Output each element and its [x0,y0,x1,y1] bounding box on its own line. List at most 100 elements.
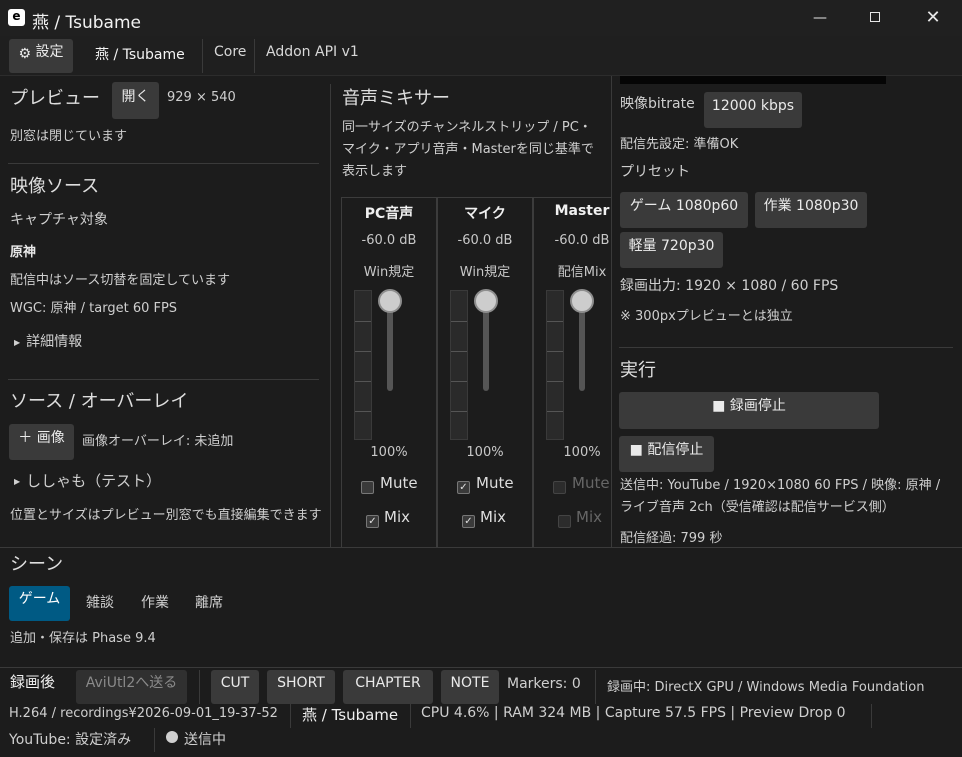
image-overlay-status: 画像オーバーレイ: 未追加 [82,434,234,449]
title-bar: e 燕 / Tsubame — ✕ [0,0,962,36]
strip-db: -60.0 dB [554,233,610,248]
live-status-dot-icon [166,731,178,743]
streaming-info: 送信中: YouTube / 1920×1080 60 FPS / 映像: 原神… [620,478,941,515]
post-record-label: 録画後 [10,673,56,691]
send-aviutl-button[interactable]: AviUtl2へ送る [76,670,187,704]
strip-name: Master [554,203,610,219]
mix-label: Mix [576,508,602,526]
live-status: 送信中 [184,732,226,748]
status-app-name: 燕 / Tsubame [302,706,399,724]
section-divider [0,547,962,548]
strip-source[interactable]: Win規定 [438,261,532,280]
volume-slider-knob[interactable] [378,289,402,313]
status-divider [154,728,155,752]
youtube-status: YouTube: 設定済み [9,732,132,748]
mix-checkbox[interactable]: ✓ [462,515,475,528]
strip-db: -60.0 dB [457,233,513,248]
stop-streaming-button[interactable]: ■ 配信停止 [619,436,714,472]
preset-game-button[interactable]: ゲーム 1080p60 [620,192,748,228]
strip-db: -60.0 dB [361,233,417,248]
section-divider [619,347,953,348]
capture-target-value[interactable]: 原神 [10,241,36,260]
run-title: 実行 [620,360,656,381]
wgc-info: WGC: 原神 / target 60 FPS [10,301,178,316]
video-source-title: 映像ソース [10,176,100,197]
marker-note-button[interactable]: NOTE [441,670,499,704]
bitrate-field[interactable]: 12000 kbps [704,92,802,128]
menu-divider [254,39,255,73]
column-divider [611,76,612,547]
mix-label: Mix [480,508,506,526]
strip-name: PC音声 [364,206,414,222]
recording-file: H.264 / recordings¥2026-09-01_19-37-52 [9,706,278,721]
marker-cut-button[interactable]: CUT [211,670,259,704]
volume-slider-knob[interactable] [474,289,498,313]
strip-name: マイク [464,206,506,222]
app-icon: e [8,9,25,26]
channel-strip-pc: PC音声 -60.0 dB Win規定 100% Mute ✓ Mix [341,197,437,547]
mix-checkbox[interactable]: ✓ [366,515,379,528]
channel-strip-mic: マイク -60.0 dB Win規定 100% ✓ Mute ✓ Mix [437,197,533,547]
close-button[interactable]: ✕ [909,0,957,36]
section-divider [0,667,962,668]
tab-core[interactable]: Core [214,44,246,60]
expand-triangle-icon: ▶ [14,477,21,486]
section-divider [8,379,319,380]
overlay-note: 位置とサイズはプレビュー別窓でも直接編集できます [10,508,322,523]
strip-source[interactable]: Win規定 [342,261,436,280]
scene-title: シーン [10,554,64,575]
mute-checkbox[interactable] [553,481,566,494]
settings-button[interactable]: ⚙ 設定 [9,39,73,73]
scene-note: 追加・保存は Phase 9.4 [10,631,156,646]
scene-tab-chat[interactable]: 雑談 [86,592,114,612]
section-divider [8,163,319,164]
toolbar-divider [595,670,596,704]
tab-tsubame[interactable]: 燕 / Tsubame [95,44,185,64]
mute-label: Mute [476,474,514,492]
tab-addon-api[interactable]: Addon API v1 [266,44,359,60]
scene-tab-game[interactable]: ゲーム [9,586,70,621]
scene-tab-work[interactable]: 作業 [141,592,169,612]
presets-label: プリセット [620,164,690,180]
marker-chapter-button[interactable]: CHAPTER [343,670,433,704]
mixer-description: 同一サイズのチャンネルストリップ / PC・マイク・アプリ音声・Masterを同… [342,120,594,179]
scene-tab-away[interactable]: 離席 [195,592,223,612]
marker-short-button[interactable]: SHORT [267,670,335,704]
status-divider [290,704,291,728]
window-title: 燕 / Tsubame [32,13,141,33]
preview-title: プレビュー [10,88,100,109]
add-image-button[interactable]: ＋ 画像 [9,424,74,460]
preview-size: 929 × 540 [167,90,236,105]
recording-info: 録画中: DirectX GPU / Windows Media Foundat… [607,680,925,695]
level-meter [450,290,468,440]
preset-light-button[interactable]: 軽量 720p30 [620,232,723,268]
preset-work-button[interactable]: 作業 1080p30 [755,192,867,228]
status-divider [410,704,411,728]
minimize-button[interactable]: — [796,0,844,36]
markers-count: Markers: 0 [507,676,581,692]
menu-divider [202,39,203,73]
level-meter [546,290,564,440]
mix-checkbox[interactable] [558,515,571,528]
volume-percent: 100% [563,445,601,460]
open-preview-button[interactable]: 開く [112,82,159,119]
bitrate-label: 映像bitrate [620,96,695,112]
channel-strip-master: Master -60.0 dB 配信Mix 100% Mute Mix [533,197,611,547]
independent-note: ※ 300pxプレビューとは独立 [620,309,793,324]
mixer-title: 音声ミキサー [342,88,450,109]
maximize-button[interactable] [851,0,899,36]
scrolled-field [620,76,886,84]
source-lock-note: 配信中はソース切替を固定しています [10,273,230,288]
mute-checkbox[interactable]: ✓ [457,481,470,494]
mute-checkbox[interactable] [361,481,374,494]
performance-stats: CPU 4.6% | RAM 324 MB | Capture 57.5 FPS… [421,705,846,721]
volume-slider-knob[interactable] [570,289,594,313]
status-divider [871,704,872,728]
overlay-item[interactable]: ▶ ししゃも（テスト） [14,470,161,491]
strip-source[interactable]: 配信Mix [534,261,611,280]
gear-icon: ⚙ [18,46,32,62]
mute-label: Mute [572,474,610,492]
stop-recording-button[interactable]: ■ 録画停止 [619,392,879,429]
details-expander[interactable]: ▶ 詳細情報 [14,331,82,351]
preview-status: 別窓は閉じています [10,129,128,144]
